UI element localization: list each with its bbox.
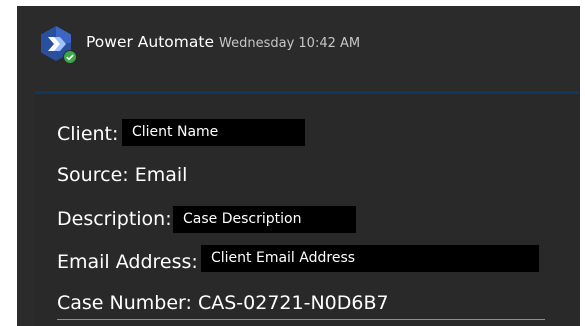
case-number-row: Case Number: CAS-02721-N0D6B7: [57, 292, 389, 314]
message-timestamp: Wednesday 10:42 AM: [219, 36, 361, 51]
description-value-redaction: Case Description: [173, 206, 356, 233]
email-value-redaction: Client Email Address: [201, 245, 539, 272]
description-row: Description:: [57, 207, 172, 231]
sender-name[interactable]: Power Automate: [86, 33, 214, 51]
teams-message-window: Power Automate Wednesday 10:42 AM Client…: [17, 6, 580, 326]
message-header: Power Automate Wednesday 10:42 AM: [17, 6, 580, 91]
power-automate-avatar[interactable]: [37, 25, 77, 64]
email-row: Email Address:: [57, 250, 198, 274]
email-label: Email Address:: [57, 251, 198, 273]
description-label: Description:: [57, 208, 172, 230]
source-row: Source: Email: [57, 164, 188, 186]
client-row: Client:: [57, 122, 118, 146]
client-label: Client:: [57, 123, 119, 145]
check-badge-icon: [63, 50, 77, 64]
client-value-redaction: Client Name: [122, 119, 305, 146]
card-divider: [57, 319, 545, 320]
adaptive-card: Client: Client Name Source: Email Descri…: [35, 91, 580, 326]
